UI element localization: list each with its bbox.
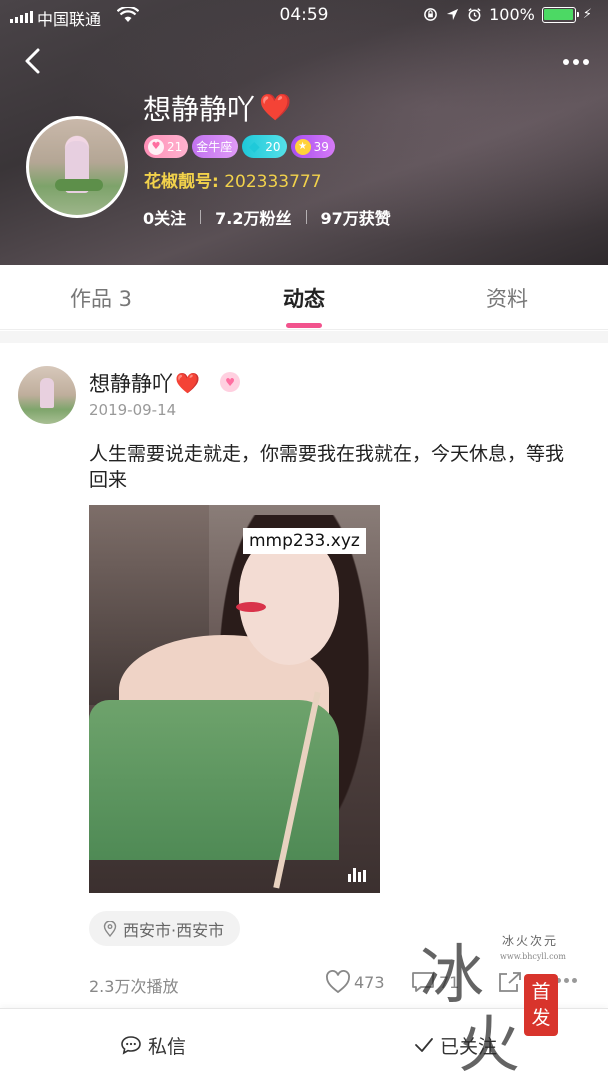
profile-tabs: 作品 3 动态 资料 <box>0 265 608 330</box>
following-count[interactable]: 0关注 <box>143 205 186 229</box>
level-badge[interactable]: ♥ 21 <box>144 135 189 158</box>
post-text: 人生需要说走就走，你需要我在我就在，今天休息，等我回来 <box>89 443 565 491</box>
comment-icon <box>412 972 434 992</box>
play-count: 2.3万次播放 <box>89 977 179 996</box>
star-badge[interactable]: ★ 39 <box>290 135 335 158</box>
diamond-badge[interactable]: ◆ 20 <box>242 135 287 158</box>
battery-icon <box>541 6 579 23</box>
image-watermark: mmp233.xyz <box>243 528 366 554</box>
message-button[interactable]: 私信 <box>120 1009 186 1080</box>
tab-works[interactable]: 作品 3 <box>0 265 202 330</box>
charging-icon: ⚡ <box>582 7 592 22</box>
heart-emoji: ❤️ <box>175 371 200 395</box>
star-icon: ★ <box>294 138 311 155</box>
battery-percent: 100% <box>489 5 535 24</box>
section-divider <box>0 331 608 343</box>
alarm-icon <box>468 8 481 22</box>
comment-button[interactable]: 71 <box>410 970 459 994</box>
share-icon[interactable] <box>497 970 523 994</box>
tab-info[interactable]: 资料 <box>406 265 608 330</box>
photo-stack-icon <box>348 866 370 882</box>
follow-button[interactable]: 已关注 <box>414 1009 497 1080</box>
lock-rotation-icon <box>424 8 437 21</box>
location-icon <box>446 8 459 21</box>
profile-header: 中国联通 04:59 100% ⚡ 想静静吖 ❤️ ♥ 21 金牛座 ◆ 20 … <box>0 0 608 265</box>
profile-stats: 0关注 7.2万粉丝 97万获赞 <box>143 205 391 229</box>
back-arrow-icon[interactable] <box>20 46 46 76</box>
like-button[interactable]: 473 <box>325 970 385 994</box>
post-author-avatar[interactable] <box>18 366 76 424</box>
post-more-button[interactable] <box>556 978 577 983</box>
tab-moments[interactable]: 动态 <box>203 265 405 330</box>
badge-row: ♥ 21 金牛座 ◆ 20 ★ 39 <box>144 135 335 158</box>
profile-avatar[interactable] <box>26 116 128 218</box>
profile-name: 想静静吖 ❤️ <box>143 88 291 128</box>
account-number: 花椒靓号: 202333777 <box>144 172 322 192</box>
post-level-icon: ♥ <box>220 372 240 392</box>
post-date: 2019-09-14 <box>89 401 177 419</box>
profile-name-text: 想静静吖 <box>143 93 256 126</box>
status-bar: 中国联通 04:59 100% ⚡ <box>0 0 608 32</box>
logo-small-text: 冰火次元 <box>502 934 559 948</box>
fans-count[interactable]: 7.2万粉丝 <box>215 205 291 229</box>
zodiac-badge: 金牛座 <box>192 135 239 158</box>
bottom-action-bar: 私信 已关注 <box>0 1008 608 1080</box>
logo-url-text: www.bhcyll.com <box>500 952 566 961</box>
post-photo[interactable] <box>89 505 380 893</box>
heart-outline-icon <box>326 970 350 994</box>
likes-count: 97万获赞 <box>320 209 391 228</box>
diamond-icon: ◆ <box>248 138 260 155</box>
heart-emoji: ❤️ <box>259 93 292 123</box>
level-icon: ♥ <box>148 138 164 155</box>
more-options-button[interactable] <box>558 48 594 76</box>
location-tag[interactable]: 西安市·西安市 <box>89 911 241 946</box>
post-author-name[interactable]: 想静静吖 ❤️ <box>89 368 200 398</box>
checkmark-icon <box>415 1038 433 1052</box>
active-tab-indicator <box>286 323 322 328</box>
location-pin-icon <box>103 920 117 937</box>
chat-bubble-icon <box>121 1036 141 1055</box>
